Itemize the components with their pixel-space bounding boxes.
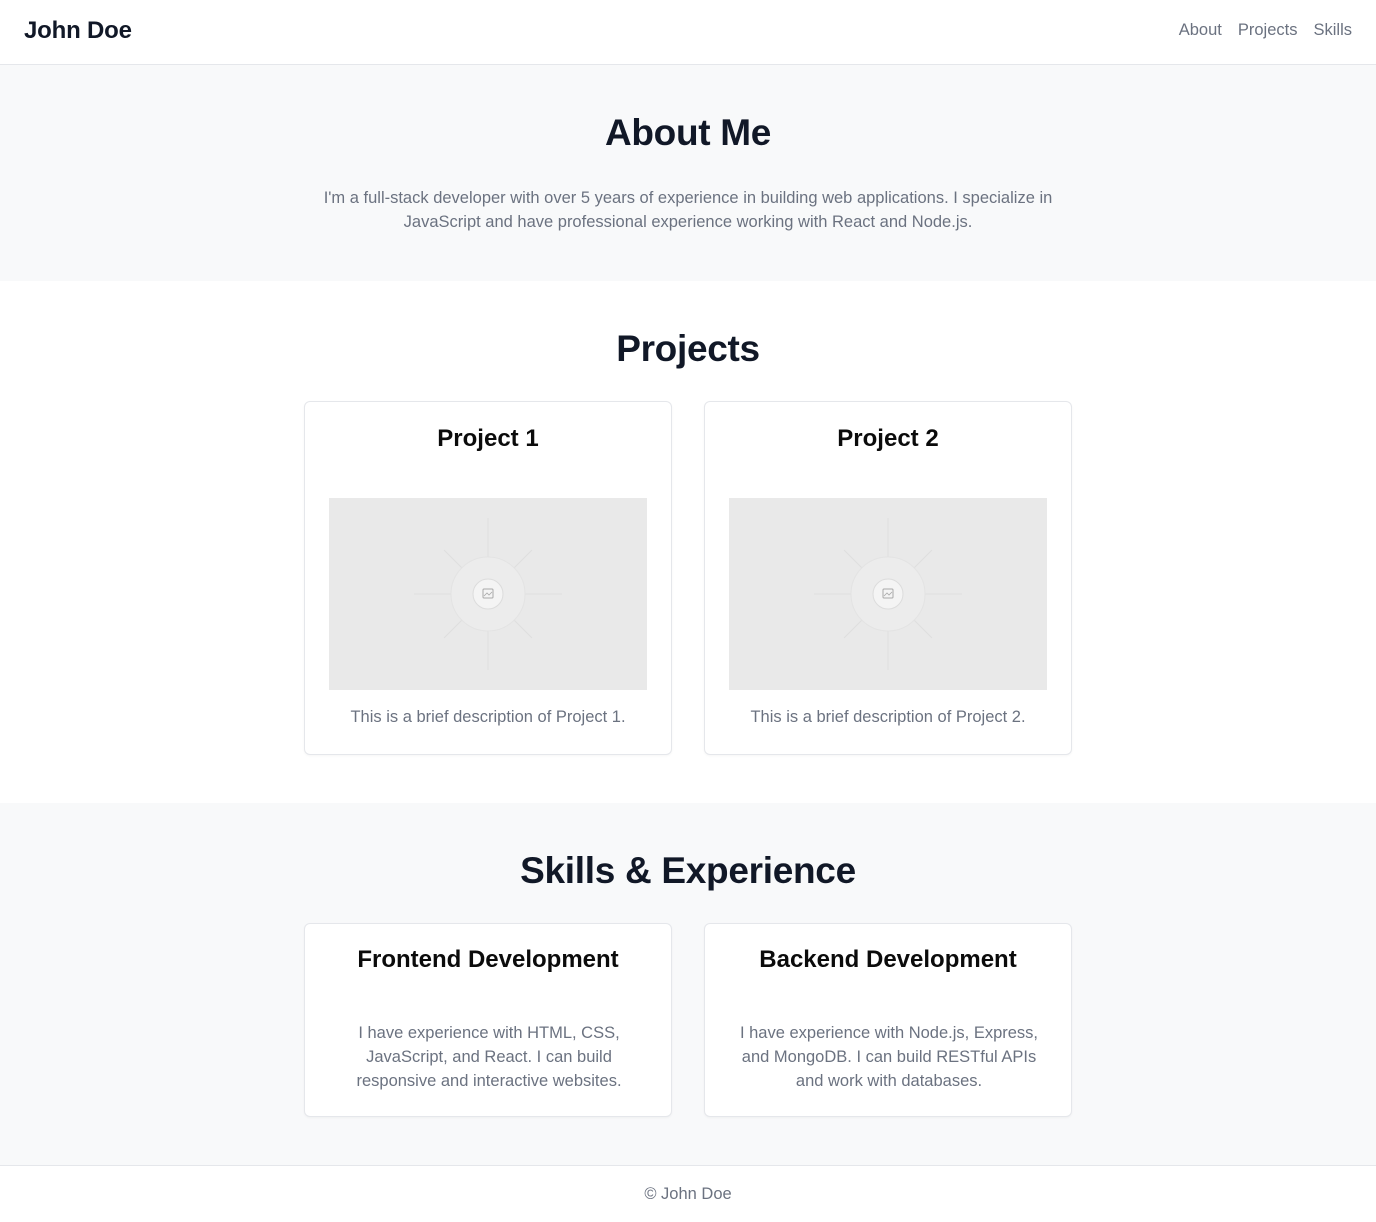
image-placeholder-icon: [814, 518, 962, 670]
skill-description: I have experience with HTML, CSS, JavaSc…: [356, 1024, 622, 1090]
about-text: I'm a full-stack developer with over 5 y…: [323, 189, 1053, 231]
nav-link-projects[interactable]: Projects: [1238, 21, 1298, 40]
nav-link-skills[interactable]: Skills: [1313, 21, 1352, 40]
site-footer: © John Doe: [0, 1165, 1376, 1222]
skill-description: I have experience with Node.js, Express,…: [739, 1024, 1039, 1090]
image-placeholder-icon: [414, 518, 562, 670]
skills-title: Skills & Experience: [520, 850, 856, 891]
footer-copyright: © John Doe: [644, 1185, 732, 1203]
about-title: About Me: [604, 112, 772, 153]
project-description: This is a brief description of Project 1…: [350, 708, 626, 726]
project-description: This is a brief description of Project 2…: [750, 708, 1026, 726]
project-card-2: Project 2 This is a brief description of…: [704, 401, 1072, 755]
nav-link-about[interactable]: About: [1179, 21, 1222, 40]
skill-title: Backend Development: [759, 946, 1017, 973]
project-image: [329, 498, 647, 690]
project-title: Project 1: [437, 425, 539, 452]
about-section: About Me I'm a full-stack developer with…: [0, 65, 1376, 281]
skill-card-frontend: Frontend Development I have experience w…: [304, 923, 672, 1117]
main-nav: About Projects Skills: [1179, 21, 1352, 40]
skills-section: Skills & Experience Frontend Development…: [0, 803, 1376, 1165]
project-image: [729, 498, 1047, 690]
site-header: John Doe About Projects Skills: [0, 0, 1376, 65]
project-card-1: Project 1 This is a brief description of…: [304, 401, 672, 755]
skill-title: Frontend Development: [357, 946, 619, 973]
projects-section: Projects Project 1 This is a brief descr…: [0, 281, 1376, 803]
project-title: Project 2: [837, 425, 939, 452]
projects-title: Projects: [616, 328, 760, 369]
site-brand[interactable]: John Doe: [24, 17, 132, 45]
skill-card-backend: Backend Development I have experience wi…: [704, 923, 1072, 1117]
